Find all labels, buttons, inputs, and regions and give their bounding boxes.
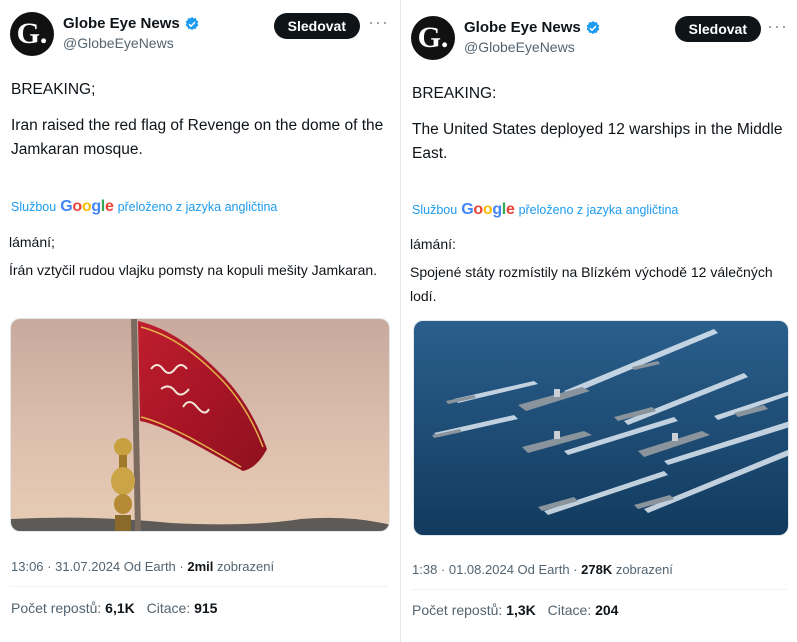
views-count: 278K	[581, 562, 613, 577]
translated-text: lámání; Írán vztyčil rudou vlajku pomsty…	[9, 230, 384, 282]
timestamp[interactable]: 13:06 · 31.07.2024 Od Earth ·	[11, 559, 184, 574]
tweet-text-line: BREAKING;	[11, 81, 96, 98]
tweet-meta: 13:06 · 31.07.2024 Od Earth · 2mil zobra…	[11, 559, 274, 574]
quotes-count[interactable]: 915	[194, 600, 217, 616]
translate-prefix: Službou	[11, 200, 57, 214]
views-label: zobrazení	[217, 559, 275, 574]
tweet-header: G. Globe Eye News @GlobeEyeNews Sledovat…	[411, 14, 787, 64]
tweet-card-2[interactable]: G. Globe Eye News @GlobeEyeNews Sledovat…	[400, 0, 797, 642]
translated-line: lámání:	[410, 236, 456, 252]
author-name[interactable]: Globe Eye News	[464, 19, 581, 36]
divider	[10, 586, 388, 587]
author-handle[interactable]: @GlobeEyeNews	[63, 35, 200, 51]
follow-button[interactable]: Sledovat	[674, 16, 761, 42]
author-block: Globe Eye News @GlobeEyeNews	[464, 19, 601, 55]
translate-suffix: přeloženo z jazyka angličtina	[518, 203, 679, 217]
tweet-image[interactable]	[413, 320, 789, 536]
google-logo: Google	[60, 198, 114, 215]
quotes-label: Citace:	[547, 602, 592, 618]
more-options-icon[interactable]: ···	[368, 13, 388, 36]
translated-text: lámání: Spojené státy rozmístily na Blíz…	[410, 232, 783, 308]
author-block: Globe Eye News @GlobeEyeNews	[63, 15, 200, 51]
reposts-count[interactable]: 6,1K	[105, 600, 135, 616]
translate-suffix: přeloženo z jazyka angličtina	[117, 200, 278, 214]
quotes-label: Citace:	[146, 600, 191, 616]
translated-line: Írán vztyčil rudou vlajku pomsty na kopu…	[9, 262, 378, 278]
tweet-image[interactable]	[10, 318, 390, 532]
warships-photo	[414, 321, 788, 535]
views-count: 2mil	[187, 559, 214, 574]
tweet-card-1[interactable]: G. Globe Eye News @GlobeEyeNews Sledovat…	[0, 0, 398, 642]
tweet-text-line: The United States deployed 12 warships i…	[412, 121, 783, 162]
follow-button[interactable]: Sledovat	[273, 13, 360, 39]
avatar[interactable]: G.	[411, 16, 455, 60]
reposts-label: Počet repostů:	[11, 600, 102, 616]
google-logo: Google	[461, 201, 515, 218]
tweet-text-line: BREAKING:	[412, 85, 497, 102]
translated-line: lámání;	[9, 234, 55, 250]
reposts-label: Počet repostů:	[412, 602, 503, 618]
avatar[interactable]: G.	[10, 12, 54, 56]
translate-prefix: Službou	[412, 203, 458, 217]
tweet-text-line: Iran raised the red flag of Revenge on t…	[11, 117, 384, 158]
translation-notice[interactable]: Službou Google přeloženo z jazyka anglič…	[412, 201, 678, 219]
engagement-stats: Počet repostů: 6,1K Citace: 915	[11, 600, 217, 616]
timestamp[interactable]: 1:38 · 01.08.2024 Od Earth ·	[412, 562, 578, 577]
tweet-meta: 1:38 · 01.08.2024 Od Earth · 278K zobraz…	[412, 562, 673, 577]
author-name[interactable]: Globe Eye News	[63, 15, 180, 32]
quotes-count[interactable]: 204	[595, 602, 618, 618]
engagement-stats: Počet repostů: 1,3K Citace: 204	[412, 602, 618, 618]
author-handle[interactable]: @GlobeEyeNews	[464, 39, 601, 55]
verified-badge-icon	[185, 16, 199, 30]
more-options-icon[interactable]: ···	[767, 17, 787, 40]
translation-notice[interactable]: Službou Google přeloženo z jazyka anglič…	[11, 198, 277, 216]
views-label: zobrazení	[615, 562, 673, 577]
reposts-count[interactable]: 1,3K	[506, 602, 536, 618]
translated-line: Spojené státy rozmístily na Blízkém vých…	[410, 264, 773, 304]
tweet-text: BREAKING: The United States deployed 12 …	[412, 82, 785, 166]
tweet-text: BREAKING; Iran raised the red flag of Re…	[11, 78, 386, 162]
tweet-header: G. Globe Eye News @GlobeEyeNews Sledovat…	[10, 10, 388, 60]
verified-badge-icon	[586, 20, 600, 34]
flag-photo	[11, 319, 389, 531]
divider	[411, 589, 787, 590]
